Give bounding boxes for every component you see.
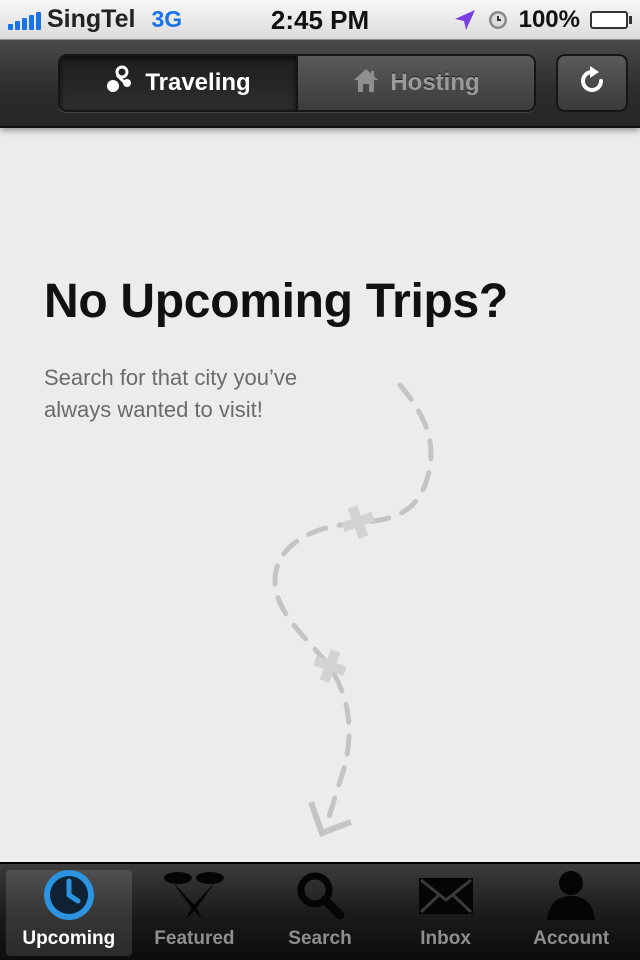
tab-upcoming-label: Upcoming [22, 928, 116, 949]
tab-account-label: Account [533, 928, 610, 949]
location-arrow-icon [453, 8, 477, 32]
segment-traveling-label: Traveling [145, 69, 251, 96]
featured-icon [162, 869, 226, 926]
network-type: 3G [151, 6, 183, 32]
signal-strength-icon [8, 10, 41, 30]
refresh-icon [575, 64, 609, 103]
tab-account[interactable]: Account [508, 870, 634, 956]
envelope-icon [417, 874, 475, 923]
tab-featured-label: Featured [154, 928, 235, 949]
battery-percentage: 100% [518, 5, 580, 33]
tab-search-label: Search [288, 928, 352, 949]
carrier-name: SingTel [47, 5, 136, 33]
refresh-button[interactable] [556, 54, 628, 112]
tab-upcoming[interactable]: Upcoming [6, 867, 132, 956]
status-indicators: 100% [453, 6, 632, 34]
traveling-icon [105, 65, 135, 102]
mode-segmented-control: Traveling Hosting [58, 54, 536, 112]
tab-featured[interactable]: Featured [132, 870, 258, 956]
tab-inbox-label: Inbox [420, 928, 471, 949]
navigation-bar: Traveling Hosting [0, 40, 640, 128]
house-icon [352, 66, 380, 101]
tab-search[interactable]: Search [257, 870, 383, 956]
clock-icon [41, 867, 97, 928]
dashed-trip-path-illustration [250, 375, 450, 850]
search-icon [294, 869, 346, 926]
tab-bar: Upcoming Featured Search Inbox Account [0, 862, 640, 960]
empty-state-title: No Upcoming Trips? [44, 275, 508, 328]
segment-traveling[interactable]: Traveling [60, 56, 296, 110]
battery-icon [590, 10, 632, 29]
alarm-clock-icon [487, 9, 509, 31]
status-bar: SingTel 3G 2:45 PM 100% [0, 0, 640, 40]
segment-hosting[interactable]: Hosting [296, 56, 534, 110]
segment-hosting-label: Hosting [390, 69, 480, 96]
cross-marker-1 [341, 505, 375, 539]
tab-inbox[interactable]: Inbox [383, 870, 509, 956]
person-icon [543, 868, 599, 927]
